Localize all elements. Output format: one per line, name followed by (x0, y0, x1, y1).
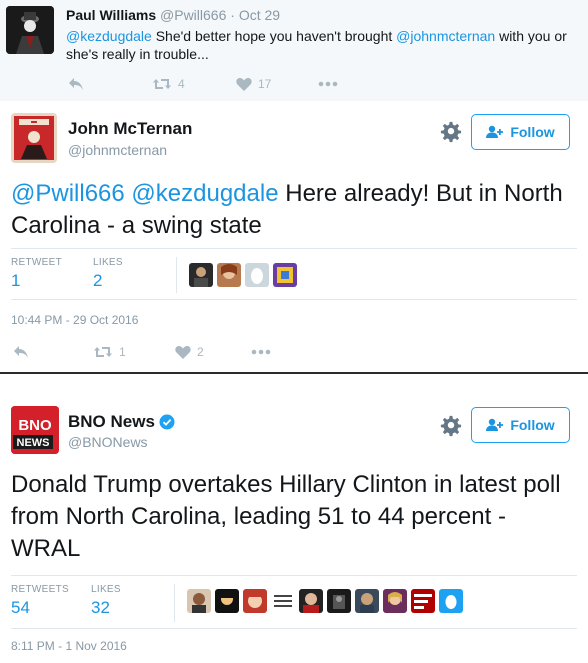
mention-link[interactable]: @kezdugdale (131, 180, 278, 207)
mention-link[interactable]: @johnmcternan (396, 28, 495, 44)
retweet-icon (153, 79, 171, 89)
avatar-logo-text: BNO (18, 417, 52, 434)
liker-avatar[interactable] (245, 263, 269, 287)
follow-label: Follow (510, 124, 555, 140)
likes-stat[interactable]: LIKES 32 (91, 584, 121, 618)
author-handle[interactable]: @Pwill666 (160, 7, 226, 23)
retweet-count: 4 (178, 77, 185, 91)
liker-avatar[interactable] (299, 589, 323, 613)
context-reply-tweet: Paul Williams @Pwill666 · Oct 29 @kezdug… (0, 0, 588, 101)
more-button[interactable] (251, 349, 271, 355)
stat-value: 1 (11, 271, 21, 290)
liker-avatar[interactable] (215, 589, 239, 613)
liker-avatar[interactable] (411, 589, 435, 613)
retweet-stat[interactable]: RETWEET 1 (11, 257, 62, 291)
tweet-timestamp[interactable]: 8:11 PM - 1 Nov 2016 (11, 639, 127, 653)
liker-avatar[interactable] (189, 263, 213, 287)
gear-icon[interactable] (440, 415, 462, 437)
author-name[interactable]: BNO News (68, 412, 155, 432)
like-button[interactable]: 17 (236, 77, 318, 91)
stat-value: 2 (93, 271, 103, 290)
like-icon (236, 77, 252, 91)
mention-link[interactable]: @Pwill666 (11, 180, 125, 207)
more-icon (318, 81, 338, 87)
author-line: Paul Williams @Pwill666 · Oct 29 (66, 7, 280, 23)
follow-person-icon (486, 418, 504, 431)
separator: · (230, 7, 235, 23)
action-bar: 1 2 (13, 345, 271, 359)
tweet-stats: RETWEETS 54 LIKES 32 (11, 575, 577, 629)
liker-avatar[interactable] (271, 589, 295, 613)
tweet-text: Donald Trump overtakes Hillary Clinton i… (11, 471, 561, 562)
avatar-logo-text: NEWS (17, 437, 50, 449)
like-count: 17 (258, 77, 272, 91)
more-button[interactable] (318, 81, 338, 87)
follow-button[interactable]: Follow (471, 407, 570, 443)
tweet-detail: John McTernan @johnmcternan Follow @Pwil… (0, 101, 588, 374)
action-bar: 4 17 (68, 77, 338, 91)
like-icon (175, 345, 191, 359)
author-name[interactable]: Paul Williams (66, 7, 156, 23)
tweet-stats: RETWEET 1 LIKES 2 (11, 248, 577, 300)
retweet-count: 1 (119, 345, 126, 359)
avatar[interactable] (6, 6, 54, 54)
liker-avatar[interactable] (439, 589, 463, 613)
retweet-icon (94, 347, 112, 357)
retweet-button[interactable]: 4 (152, 77, 236, 91)
author-handle[interactable]: @BNONews (68, 434, 148, 450)
stat-label: RETWEET (11, 257, 62, 268)
stat-label: LIKES (91, 584, 121, 595)
liker-avatar[interactable] (273, 263, 297, 287)
liker-avatar[interactable] (187, 589, 211, 613)
stat-value: 54 (11, 598, 30, 617)
tweet-text: @kezdugdale She'd better hope you haven'… (66, 27, 581, 63)
liker-avatar[interactable] (243, 589, 267, 613)
avatar[interactable]: BNO NEWS (11, 406, 59, 454)
stat-label: LIKES (93, 257, 123, 268)
avatar[interactable] (11, 113, 57, 163)
divider (174, 584, 175, 622)
author-name[interactable]: John McTernan (68, 119, 192, 139)
like-button[interactable]: 2 (175, 345, 251, 359)
liked-by-avatars (187, 589, 463, 613)
follow-button[interactable]: Follow (471, 114, 570, 150)
tweet-detail: BNO NEWS BNO News @BNONews Follow Donald… (0, 376, 588, 663)
reply-button[interactable] (13, 345, 93, 359)
retweet-stat[interactable]: RETWEETS 54 (11, 584, 69, 618)
liker-avatar[interactable] (217, 263, 241, 287)
gear-icon[interactable] (440, 121, 462, 143)
retweet-button[interactable]: 1 (93, 345, 175, 359)
divider (176, 257, 177, 293)
text-segment: She'd better hope you haven't brought (151, 28, 397, 44)
liker-avatar[interactable] (327, 589, 351, 613)
stat-label: RETWEETS (11, 584, 69, 595)
author-name-line: BNO News (68, 412, 175, 432)
likes-stat[interactable]: LIKES 2 (93, 257, 123, 291)
author-handle[interactable]: @johnmcternan (68, 142, 167, 158)
mention-link[interactable]: @kezdugdale (66, 28, 152, 44)
follow-person-icon (486, 125, 504, 138)
reply-icon (14, 346, 28, 358)
stat-value: 32 (91, 598, 110, 617)
reply-button[interactable] (68, 77, 152, 91)
tweet-time[interactable]: Oct 29 (239, 7, 280, 23)
tweet-timestamp[interactable]: 10:44 PM - 29 Oct 2016 (11, 313, 138, 327)
more-icon (251, 349, 271, 355)
tweet-text: @Pwill666 @kezdugdale Here already! But … (11, 178, 571, 242)
reply-icon (69, 78, 83, 90)
verified-badge-icon (159, 414, 175, 430)
liked-by-avatars (189, 263, 297, 287)
liker-avatar[interactable] (355, 589, 379, 613)
like-count: 2 (197, 345, 204, 359)
follow-label: Follow (510, 417, 555, 433)
liker-avatar[interactable] (383, 589, 407, 613)
